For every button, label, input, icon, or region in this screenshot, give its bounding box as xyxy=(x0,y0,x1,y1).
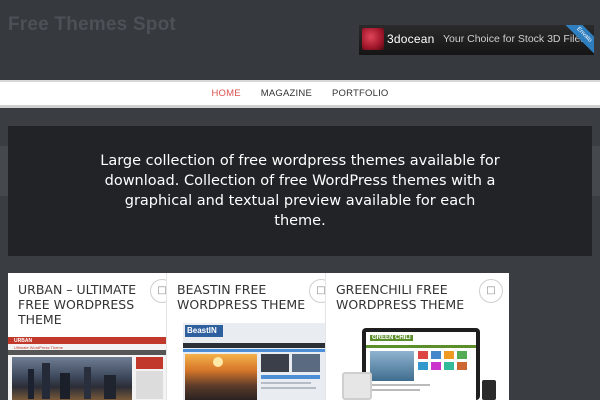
nav-item-home[interactable]: HOME xyxy=(211,88,240,99)
document-icon: □ xyxy=(309,279,325,303)
thumb-brand: GREEN CHILI xyxy=(370,335,413,341)
hero-text: Large collection of free wordpress theme… xyxy=(100,153,500,229)
theme-card-beastin[interactable]: BEASTIN FREE WORDPRESS THEME □ BeastIN xyxy=(167,273,326,400)
card-title[interactable]: BEASTIN FREE WORDPRESS THEME xyxy=(177,282,317,312)
theme-cards: URBAN – ULTIMATE FREE WORDPRESS THEME □ … xyxy=(8,273,509,400)
main-nav: HOME MAGAZINE PORTFOLIO xyxy=(0,80,600,108)
banner-tagline: Your Choice for Stock 3D Files xyxy=(443,33,586,45)
banner-brand: 3docean xyxy=(387,32,435,46)
thumb-brand: URBAN xyxy=(14,338,33,344)
card-title[interactable]: URBAN – ULTIMATE FREE WORDPRESS THEME xyxy=(18,282,158,327)
theme-thumbnail[interactable]: URBAN Ultimate WordPress Theme xyxy=(8,337,166,400)
site-title[interactable]: Free Themes Spot xyxy=(8,14,176,36)
document-icon: □ xyxy=(479,279,503,303)
nav-item-magazine[interactable]: MAGAZINE xyxy=(261,88,312,99)
card-title[interactable]: GREENCHILI FREE WORDPRESS THEME xyxy=(336,282,486,312)
thumb-brand: BeastIN xyxy=(187,326,217,335)
document-icon: □ xyxy=(150,279,166,303)
hero-box: Large collection of free wordpress theme… xyxy=(8,126,592,256)
theme-thumbnail[interactable]: GREEN CHILI xyxy=(342,328,496,400)
theme-thumbnail[interactable]: BeastIN xyxy=(183,323,325,400)
nav-item-portfolio[interactable]: PORTFOLIO xyxy=(332,88,389,99)
theme-card-urban[interactable]: URBAN – ULTIMATE FREE WORDPRESS THEME □ … xyxy=(8,273,167,400)
banner-logo-icon xyxy=(362,28,384,50)
site-header: Free Themes Spot 3docean Your Choice for… xyxy=(0,0,600,80)
ad-banner[interactable]: 3docean Your Choice for Stock 3D Files E… xyxy=(359,25,594,55)
theme-card-greenchili[interactable]: GREENCHILI FREE WORDPRESS THEME □ GREEN … xyxy=(326,273,509,400)
